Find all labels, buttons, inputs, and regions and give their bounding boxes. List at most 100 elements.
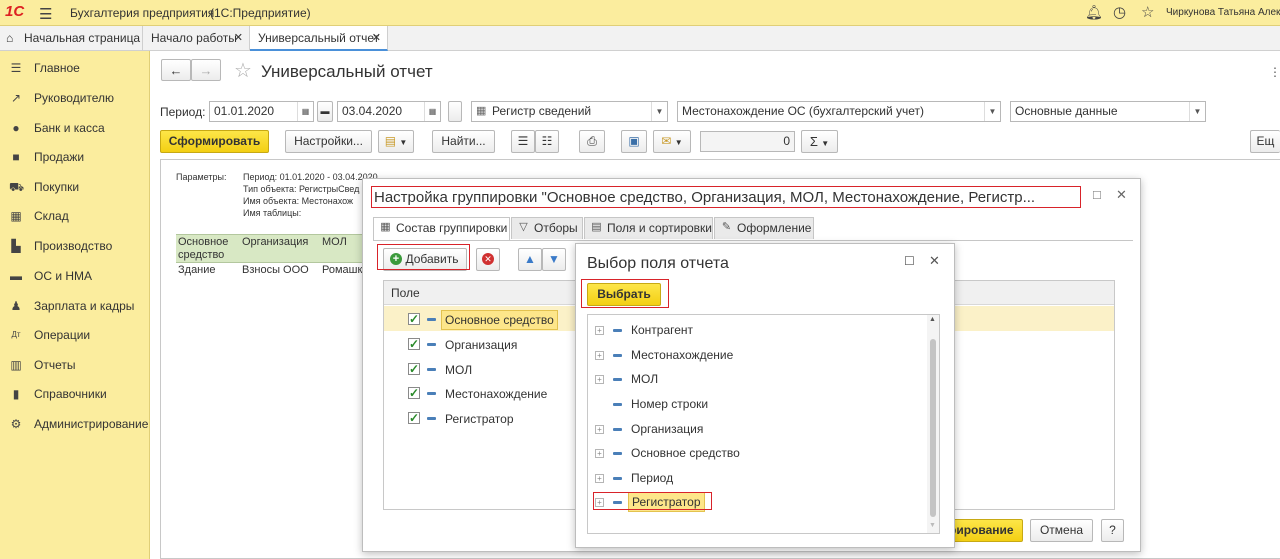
list-item[interactable]: ✓ Основное средство [408, 310, 588, 330]
list-item[interactable]: ✓ Организация [408, 336, 588, 354]
settings-button[interactable]: Настройки... [285, 130, 372, 153]
checkbox[interactable]: ✓ [408, 313, 420, 325]
calendar-icon[interactable]: ▦ [297, 102, 313, 121]
close-icon[interactable]: ✕ [1116, 187, 1127, 203]
save-button[interactable]: ▣ [621, 130, 647, 153]
move-down-button[interactable]: ▼ [542, 248, 566, 271]
tab-grouping[interactable]: ▦ Состав группировки [373, 217, 510, 240]
list-item[interactable]: ✓ МОЛ [408, 361, 588, 379]
generate-button[interactable]: Сформировать [160, 130, 269, 153]
checkbox[interactable]: ✓ [408, 412, 420, 424]
tree-item[interactable]: Номер строки [588, 394, 923, 414]
close-icon[interactable]: ✕ [372, 26, 381, 51]
collapse-button[interactable]: ☰ [511, 130, 535, 153]
tab-filters[interactable]: ▽ Отборы [511, 217, 583, 239]
sidebar-item-salary[interactable]: ♟ Зарплата и кадры [0, 292, 150, 320]
help-button[interactable]: ? [1101, 519, 1124, 542]
calendar-icon[interactable]: ▦ [424, 102, 440, 121]
tab-home[interactable]: ⌂ Начальная страница [0, 26, 143, 51]
scroll-up-arrow[interactable]: ▲ [929, 316, 936, 323]
sidebar-item-purchases[interactable]: ⛟ Покупки [0, 173, 150, 201]
main-menu-icon[interactable]: ☰ [39, 5, 52, 23]
email-button[interactable]: ✉ ▼ [653, 130, 691, 153]
tree-item[interactable]: + Местонахождение [588, 345, 923, 365]
close-icon[interactable]: ✕ [234, 26, 243, 51]
chevron-down-icon[interactable]: ▼ [1189, 102, 1205, 121]
chevron-down-icon[interactable]: ▼ [984, 102, 1000, 121]
variants-button[interactable]: ▤ ▼ [378, 130, 414, 153]
sidebar-item-bank[interactable]: ● Банк и касса [0, 114, 150, 142]
expand-button[interactable]: ☷ [535, 130, 559, 153]
sidebar-item-warehouse[interactable]: ▦ Склад [0, 202, 150, 230]
tab-appearance[interactable]: ✎ Оформление [714, 217, 814, 239]
tree-item-label: Местонахождение [631, 348, 734, 362]
bell-icon[interactable]: 🔔︎ [1085, 4, 1103, 21]
tree-item[interactable]: + МОЛ [588, 369, 923, 389]
sidebar-item-label: Справочники [34, 387, 107, 401]
sidebar-item-label: Руководителю [34, 91, 115, 105]
tab-universal-report[interactable]: Универсальный отчет ✕ [250, 26, 388, 51]
field-label: МОЛ [445, 363, 473, 377]
column-header: МОЛ [322, 236, 347, 248]
forward-button[interactable]: → [191, 59, 221, 81]
date-to-field[interactable]: 03.04.2020 ▦ [337, 101, 441, 122]
sum-field[interactable]: 0 [700, 131, 795, 152]
sidebar-item-catalogs[interactable]: ▮ Справочники [0, 380, 150, 408]
expand-icon[interactable]: + [595, 375, 604, 384]
sidebar-item-production[interactable]: ▙ Производство [0, 232, 150, 260]
star-icon[interactable]: ☆ [1141, 3, 1154, 21]
finish-editing-button[interactable]: рирование [948, 519, 1023, 542]
tree-item[interactable]: + Контрагент [588, 320, 923, 340]
sidebar-item-manager[interactable]: ↗ Руководителю [0, 84, 150, 112]
tree-item[interactable]: + Организация [588, 419, 923, 439]
expand-icon[interactable]: + [595, 351, 604, 360]
table-name-select[interactable]: Основные данные ▼ [1010, 101, 1206, 122]
operations-icon: Дт [11, 330, 21, 339]
list-item[interactable]: ✓ Регистратор [408, 410, 588, 428]
user-name[interactable]: Чиркунова Татьяна Алекс [1166, 7, 1280, 18]
date-from-field[interactable]: 01.01.2020 ▦ [209, 101, 314, 122]
cancel-button[interactable]: Отмена [1030, 519, 1093, 542]
sidebar-item-reports[interactable]: ▥ Отчеты [0, 351, 150, 379]
history-icon[interactable]: ◷ [1113, 3, 1126, 21]
sidebar-item-label: Администрирование [34, 417, 149, 431]
sidebar-item-assets[interactable]: ▬ ОС и НМА [0, 262, 150, 290]
print-button[interactable]: ⎙ [579, 130, 605, 153]
more-button[interactable]: Ещ [1250, 130, 1280, 153]
expand-icon[interactable]: + [595, 326, 604, 335]
scroll-thumb[interactable] [930, 339, 936, 517]
list-item[interactable]: ✓ Местонахождение [408, 385, 588, 403]
sum-button[interactable]: Σ ▼ [801, 130, 838, 153]
favorite-star-icon[interactable]: ☆ [234, 58, 252, 83]
scroll-down-arrow[interactable]: ▼ [929, 522, 936, 529]
more-menu-icon[interactable]: ⋮ [1269, 65, 1280, 79]
checkbox[interactable]: ✓ [408, 338, 420, 350]
checkbox[interactable]: ✓ [408, 387, 420, 399]
scrollbar[interactable]: ▲ ▼ [927, 315, 939, 533]
maximize-icon[interactable]: ☐ [904, 254, 915, 268]
tab-fields-sorting[interactable]: ▤ Поля и сортировки [584, 217, 713, 239]
object-type-select[interactable]: ▦ Регистр сведений ▼ [471, 101, 668, 122]
param-line: Тип объекта: РегистрыСвед [243, 184, 360, 194]
chevron-down-icon[interactable]: ▼ [651, 102, 667, 121]
expand-icon[interactable]: + [595, 474, 604, 483]
sidebar-item-main[interactable]: ☰ Главное [0, 54, 150, 82]
tab-bar: ⌂ Начальная страница Начало работы ✕ Уни… [0, 26, 1280, 51]
sidebar-item-sales[interactable]: ■ Продажи [0, 143, 150, 171]
expand-icon[interactable]: + [595, 425, 604, 434]
tab-start[interactable]: Начало работы ✕ [143, 26, 250, 51]
object-name-select[interactable]: Местонахождение ОС (бухгалтерский учет) ▼ [677, 101, 1001, 122]
find-button[interactable]: Найти... [432, 130, 495, 153]
back-button[interactable]: ← [161, 59, 191, 81]
checkbox[interactable]: ✓ [408, 363, 420, 375]
tree-item[interactable]: + Период [588, 468, 923, 488]
sidebar-item-operations[interactable]: Дт Операции [0, 321, 150, 349]
close-icon[interactable]: ✕ [929, 253, 940, 269]
period-choose-button[interactable] [448, 101, 462, 122]
expand-icon[interactable]: + [595, 449, 604, 458]
maximize-icon[interactable]: ☐ [1092, 189, 1102, 202]
delete-button[interactable]: ✕ [476, 248, 500, 271]
sidebar-item-admin[interactable]: ⚙ Администрирование [0, 410, 150, 438]
tree-item[interactable]: + Основное средство [588, 443, 923, 463]
move-up-button[interactable]: ▲ [518, 248, 542, 271]
